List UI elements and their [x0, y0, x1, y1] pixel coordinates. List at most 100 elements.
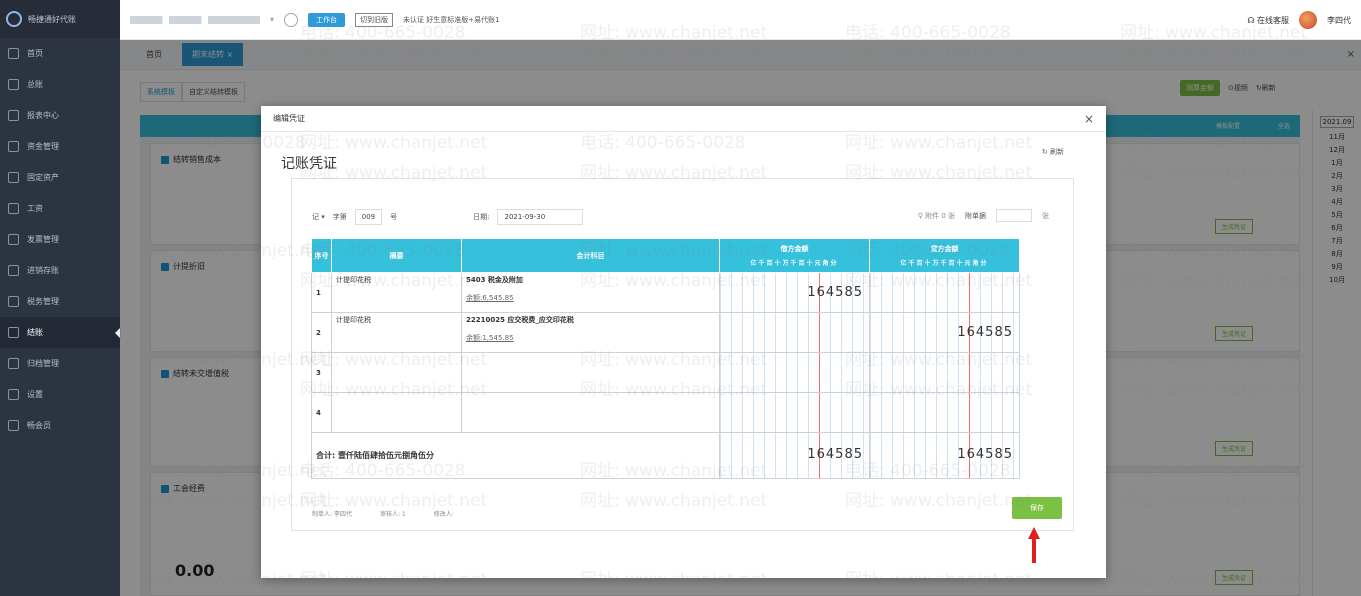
sidebar-item[interactable]: 报表中心	[0, 100, 120, 131]
sidebar-item-label: 工资	[27, 204, 43, 213]
sidebar-item[interactable]: 结账	[0, 317, 121, 348]
modifier: 修改人:	[433, 511, 454, 518]
row-debit[interactable]	[719, 352, 870, 393]
voucher-word-select[interactable]: 记 ▾	[312, 212, 325, 222]
row-debit[interactable]	[719, 312, 870, 353]
word-label: 字第	[332, 213, 347, 221]
row-subject[interactable]: 5403 税金及附加 余额:6,545.85	[461, 272, 720, 313]
col-seq: 序号	[311, 238, 332, 273]
refresh-button[interactable]: ↻ 刷新	[1042, 147, 1064, 157]
ledger-icon	[8, 79, 19, 90]
total-credit: 164585	[957, 447, 1013, 462]
logo-text: 畅捷通好代账	[28, 14, 76, 24]
voucher-row: 2 计提印花税 22210025 应交税费_应交印花税 余额:1,545.85 1645…	[311, 312, 1054, 353]
bill-count-input[interactable]	[996, 209, 1032, 222]
tax-icon	[8, 296, 19, 307]
voucher-rows: 1 计提印花税 5403 税金及附加 余额:6,545.85 164585 2 计提印花税 2…	[311, 272, 1054, 433]
smile-icon[interactable]	[284, 12, 299, 27]
sidebar-item-label: 归档管理	[27, 359, 59, 368]
total-label: 合计: 壹仟陆佰肆拾伍元捌角伍分	[311, 432, 720, 479]
invoice-icon	[8, 234, 19, 245]
help-link[interactable]: ☊ 在线客服	[1247, 15, 1289, 26]
sidebar-item-label: 资金管理	[27, 142, 59, 151]
sidebar-item[interactable]: 进销存账	[0, 255, 120, 286]
col-blank	[1019, 238, 1054, 273]
total-debit-cell: 164585	[719, 432, 870, 479]
sidebar-item[interactable]: 设置	[0, 379, 120, 410]
maker: 制单人: 李四代	[312, 511, 352, 518]
bill-suffix: 张	[1042, 211, 1049, 220]
close-icon[interactable]: ×	[1084, 112, 1094, 126]
headset-icon: ☊	[1247, 15, 1255, 25]
archive-icon	[8, 358, 19, 369]
dialog-header: 编辑凭证 ×	[261, 106, 1106, 132]
sidebar-item-label: 首页	[27, 49, 43, 58]
row-subject[interactable]: 22210025 应交税费_应交印花税 余额:1,545.85	[461, 312, 720, 353]
sidebar-item[interactable]: 资金管理	[0, 131, 120, 162]
credit-amount: 164585	[957, 325, 1013, 340]
sidebar-item[interactable]: 固定资产	[0, 162, 120, 193]
sidebar-item[interactable]: 发票管理	[0, 224, 120, 255]
user-name[interactable]: 李四代	[1327, 15, 1351, 26]
date-label: 日期:	[473, 213, 490, 221]
row-subject[interactable]	[461, 392, 720, 433]
sidebar-item-label: 畅会员	[27, 421, 51, 430]
caret-down-icon: ▾	[321, 213, 325, 221]
salary-icon	[8, 203, 19, 214]
voucher-row: 3	[311, 352, 1054, 393]
voucher-table: 序号 摘要 会计科目 借方金额 亿千百十万千百十元角分 贷方金额 亿千百十万千百十元…	[311, 238, 1054, 479]
chevron-down-icon[interactable]: ▾	[270, 15, 274, 24]
row-debit[interactable]	[719, 392, 870, 433]
row-credit[interactable]: 164585	[869, 312, 1020, 353]
sidebar-item[interactable]: 归档管理	[0, 348, 120, 379]
row-seq: 1	[311, 272, 332, 313]
sidebar-item[interactable]: 总账	[0, 69, 120, 100]
sidebar: 畅捷通好代账 首页总账报表中心资金管理固定资产工资发票管理进销存账税务管理结账归…	[0, 0, 121, 596]
sidebar-item[interactable]: 畅会员	[0, 410, 120, 441]
switch-old-version-button[interactable]: 切到旧版	[355, 12, 394, 27]
subject-balance: 余额:1,545.85	[466, 334, 514, 342]
voucher-form: 记 ▾ 字第 009 号 日期: 2021-09-30 ⚲ 附件 0 张 附单据…	[291, 178, 1074, 531]
sidebar-item[interactable]: 税务管理	[0, 286, 120, 317]
sidebar-item-label: 固定资产	[27, 173, 59, 182]
sidebar-item-label: 发票管理	[27, 235, 59, 244]
voucher-title: 记账凭证	[281, 156, 337, 172]
app-root: 畅捷通好代账 首页总账报表中心资金管理固定资产工资发票管理进销存账税务管理结账归…	[0, 0, 1361, 596]
voucher-number-input[interactable]: 009	[354, 209, 383, 225]
voucher-signatures: 制单人: 李四代 审核人: 1 修改人:	[312, 509, 454, 518]
row-credit[interactable]	[869, 352, 1020, 393]
workspace-button[interactable]: 工作台	[308, 12, 346, 27]
date-input[interactable]: 2021-09-30	[497, 209, 584, 225]
row-summary[interactable]	[331, 392, 462, 433]
row-summary[interactable]: 计提印花税	[331, 312, 462, 353]
attachment-link[interactable]: ⚲ 附件 0 张	[918, 211, 955, 221]
dialog-title: 编辑凭证	[273, 114, 305, 123]
sidebar-item[interactable]: 首页	[0, 38, 120, 69]
debit-amount: 164585	[807, 285, 863, 300]
top-bar: ▾ 工作台 切到旧版 未认证 好生意标准版+易代账1 ☊ 在线客服 李四代	[120, 0, 1361, 40]
row-subject[interactable]	[461, 352, 720, 393]
sidebar-item[interactable]: 工资	[0, 193, 120, 224]
total-debit: 164585	[807, 447, 863, 462]
row-credit[interactable]	[869, 392, 1020, 433]
number-suffix: 号	[390, 213, 398, 221]
col-summary: 摘要	[331, 238, 462, 273]
row-summary[interactable]: 计提印花税	[331, 272, 462, 313]
sidebar-item-label: 设置	[27, 390, 43, 399]
settings-icon	[8, 389, 19, 400]
row-credit[interactable]	[869, 272, 1020, 313]
company-name-blurred	[130, 15, 260, 24]
row-debit[interactable]: 164585	[719, 272, 870, 313]
row-seq: 2	[311, 312, 332, 353]
avatar[interactable]	[1299, 11, 1317, 29]
logo-icon	[6, 11, 22, 27]
sidebar-item-label: 报表中心	[27, 111, 59, 120]
report-icon	[8, 110, 19, 121]
sidebar-nav: 首页总账报表中心资金管理固定资产工资发票管理进销存账税务管理结账归档管理设置畅会…	[0, 38, 121, 441]
edition-notice: 未认证 好生意标准版+易代账1	[403, 15, 500, 24]
home-icon	[8, 48, 19, 59]
row-summary[interactable]	[331, 352, 462, 393]
edit-voucher-dialog: 编辑凭证 × 记账凭证 ↻ 刷新 记 ▾ 字第 009 号 日期: 2021-0…	[261, 106, 1106, 578]
sidebar-item-label: 税务管理	[27, 297, 59, 306]
save-button[interactable]: 保存	[1012, 497, 1062, 519]
